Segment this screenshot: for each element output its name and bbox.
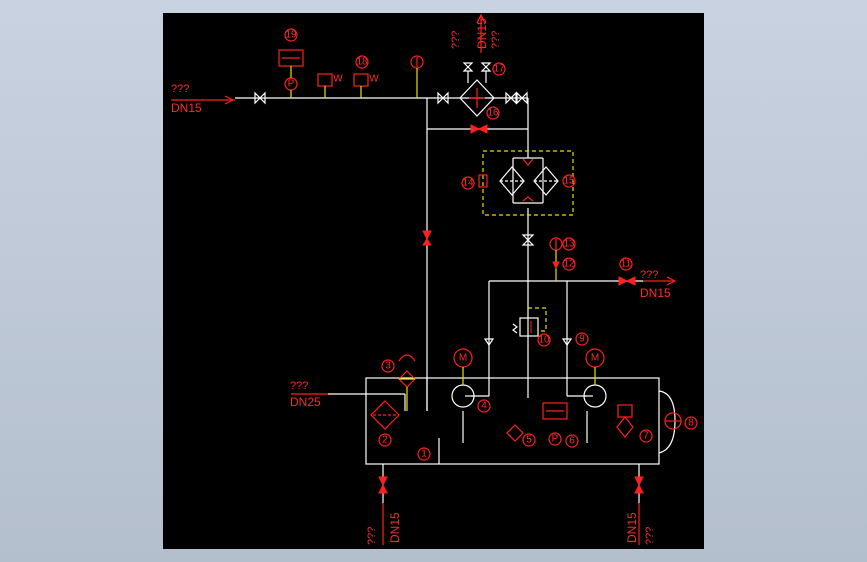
gauge-13 [549,237,563,251]
thermometer-top [410,55,424,98]
tag-15-text: 15 [563,176,575,187]
tag-2: 2 [378,433,392,447]
port-top-left: ??? DN15 [171,83,235,115]
tag-3: 3 [381,359,395,373]
port-bottom-right-question: ??? [644,527,656,545]
port-top-left-dn: DN15 [171,101,202,115]
motor-left-label: M [459,353,467,364]
tag-8-text: 8 [688,418,694,429]
weight-indicator-a: W [317,73,343,98]
red-valve-bypass [470,124,488,134]
tag-9: 9 [575,332,589,346]
oil-tank [365,377,660,465]
relief-valve [512,307,547,337]
port-top-center-dn: DN15 [475,18,489,49]
red-valve-right-port [618,276,636,286]
heater-loop [658,390,676,454]
tag-7: 7 [639,429,653,443]
tag-9-text: 9 [579,334,585,345]
tag-11-text: 11 [621,259,632,270]
red-valve-left-riser [422,230,432,246]
tag-19-text: 19 [285,30,297,41]
tag-10-text: 10 [538,335,550,346]
weight-indicator-b: W [353,73,379,98]
tag-18-text: 18 [356,57,368,68]
port-bottom-right-dn: DN15 [625,512,639,543]
pump-left [451,384,475,408]
tag-1: 1 [417,447,431,461]
tag-15: 15 [562,174,576,188]
motor-right-label: M [591,353,599,364]
pressure-switch-19: P [278,49,304,98]
gauge-12 [552,250,560,281]
pressure-switch-6: P [542,402,568,446]
weight-b-label: W [369,74,379,85]
tag-7-text: 7 [643,431,649,442]
tag-6: 6 [565,434,579,448]
tag-3-text: 3 [385,361,391,372]
tag-16: 16 [486,106,500,120]
filter-changeover-bottom [522,196,534,202]
port-right-question: ??? [640,269,658,281]
tag-17: 17 [492,62,506,76]
tag-11: 11 [619,257,633,271]
port-top-center-question-2: ??? [490,31,502,49]
pressure-6-label: P [552,434,559,445]
port-right-dn: DN15 [640,286,671,300]
heater-8 [664,412,682,430]
tag-17-text: 17 [493,64,505,75]
pump-right [583,384,607,408]
duplex-filter-right [533,166,559,196]
port-top-left-question: ??? [171,83,189,95]
tag-14-text: 14 [462,178,474,189]
weight-a-label: W [333,74,343,85]
tag-4: 4 [477,399,491,413]
filter-changeover-top [522,158,534,166]
port-bottom-left: ??? DN15 [366,503,402,545]
red-valve-drain-right [634,476,644,494]
tag-6-text: 6 [569,436,575,447]
tag-16-text: 16 [487,108,499,119]
tag-18: 18 [355,55,369,69]
tag-13-text: 13 [563,239,575,250]
tag-5: 5 [522,433,536,447]
tag-5-text: 5 [526,435,532,446]
tag-14: 14 [461,176,475,190]
port-bottom-left-dn: DN15 [388,512,402,543]
port-top-center-question: ??? [450,31,462,49]
port-left: ??? DN25 [290,380,328,409]
level-sensor-5 [506,424,524,442]
port-top-center: ??? DN15 ??? [450,13,502,53]
duplex-filter-frame [482,150,574,216]
duplex-filter-left [499,166,525,196]
tag-12: 12 [562,257,576,271]
tag-19: 19 [284,28,298,42]
port-bottom-right: DN15 ??? [625,503,656,545]
temperature-switch-7 [616,404,634,438]
tag-10: 10 [537,333,551,347]
drawing-canvas: ??? DN15 ??? DN15 ??? ??? DN15 ??? DN25 … [163,13,704,549]
port-bottom-left-question: ??? [366,527,378,545]
tag-1-text: 1 [421,449,427,460]
air-breather-3 [398,354,416,411]
red-valve-drain-left [378,476,388,494]
port-right: ??? DN15 [640,269,677,300]
pressure-19-label: P [288,79,295,90]
port-left-dn: DN25 [290,395,321,409]
tag-13: 13 [562,237,576,251]
port-left-question: ??? [290,380,308,392]
motor-left: M [453,348,473,385]
tag-2-text: 2 [382,435,388,446]
motor-right: M [585,348,605,385]
tag-8: 8 [684,416,698,430]
hydraulic-schematic: ??? DN15 ??? DN15 ??? ??? DN15 ??? DN25 … [171,13,698,545]
tag-12-text: 12 [563,259,575,270]
tag-4-text: 4 [481,401,487,412]
